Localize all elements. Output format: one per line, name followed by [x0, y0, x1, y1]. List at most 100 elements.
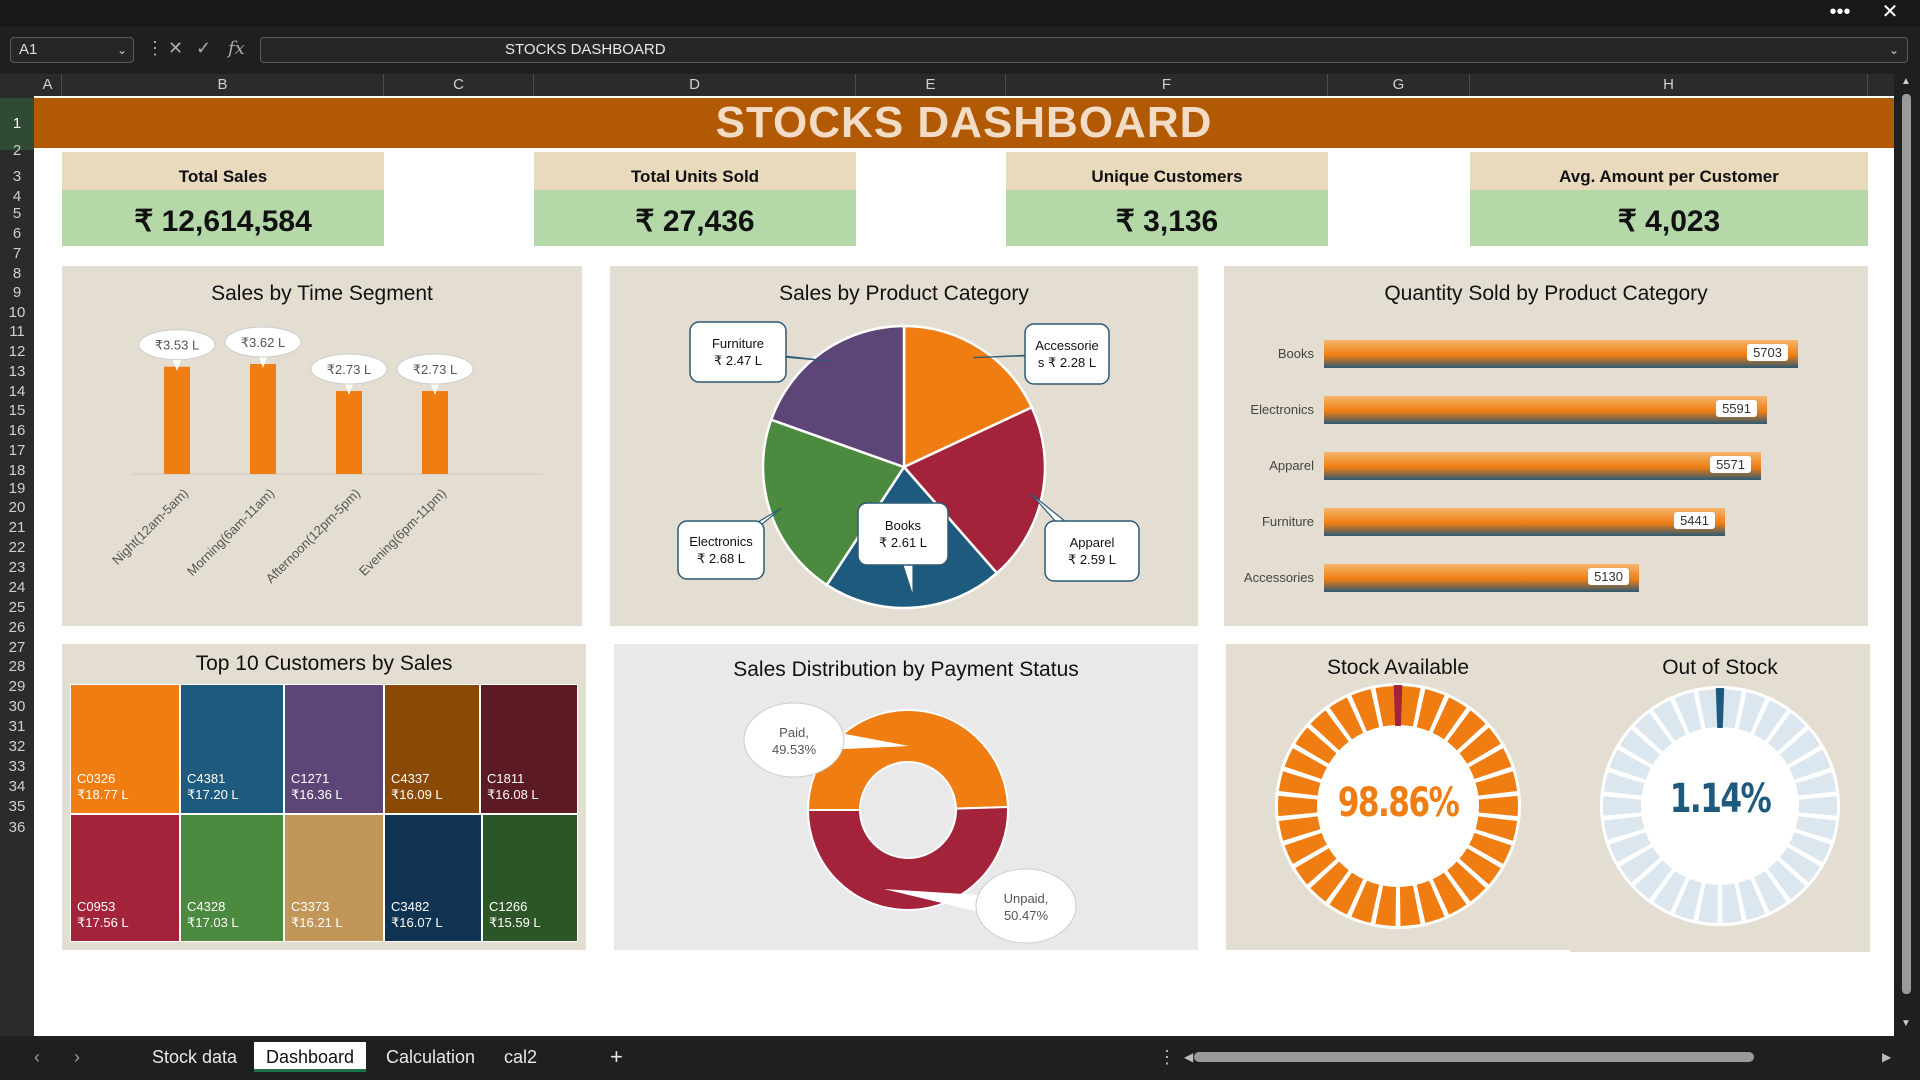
- row-header-8[interactable]: 8: [0, 265, 34, 283]
- kpi-value: ₹ 3,136: [1006, 190, 1328, 246]
- y-tick-label: Accessories: [1243, 570, 1314, 585]
- row-header-34[interactable]: 34: [0, 778, 34, 796]
- callout-box: [689, 321, 787, 383]
- row-header-33[interactable]: 33: [0, 758, 34, 776]
- kpi-label: Unique Customers: [1006, 152, 1328, 190]
- expand-formula-icon[interactable]: ⌄: [1889, 38, 1899, 62]
- column-header-e[interactable]: E: [856, 74, 1006, 96]
- row-header-10[interactable]: 10: [0, 304, 34, 322]
- next-sheet-icon[interactable]: ›: [62, 1042, 92, 1072]
- insert-function-icon[interactable]: fx: [228, 38, 245, 59]
- add-sheet-button[interactable]: +: [598, 1042, 635, 1072]
- name-box-value: A1: [19, 41, 38, 58]
- prev-sheet-icon[interactable]: ‹: [22, 1042, 52, 1072]
- row-header-5[interactable]: 5: [0, 205, 34, 223]
- row-header-31[interactable]: 31: [0, 718, 34, 736]
- scroll-up-icon[interactable]: ▲: [1901, 76, 1911, 87]
- chart-sales-by-time-segment[interactable]: Sales by Time Segment ₹3.53 L Night(12am-…: [62, 266, 582, 626]
- column-header-g[interactable]: G: [1328, 74, 1470, 96]
- data-label-text: 49.53%: [772, 742, 817, 757]
- tab-dashboard[interactable]: Dashboard: [254, 1042, 367, 1072]
- customer-sales: ₹15.59 L: [489, 915, 541, 930]
- row-header-23[interactable]: 23: [0, 559, 34, 577]
- row-header-3[interactable]: 3: [0, 168, 34, 186]
- vertical-scrollbar[interactable]: ▲ ▼: [1894, 74, 1920, 1036]
- row-header-16[interactable]: 16: [0, 422, 34, 440]
- column-header-h[interactable]: H: [1470, 74, 1868, 96]
- row-header-19[interactable]: 19: [0, 480, 34, 498]
- tab-calculation[interactable]: Calculation: [374, 1042, 487, 1072]
- row-header-4[interactable]: 4: [0, 188, 34, 206]
- row-header-7[interactable]: 7: [0, 245, 34, 263]
- customer-sales: ₹16.07 L: [391, 915, 443, 930]
- row-header-24[interactable]: 24: [0, 579, 34, 597]
- row-header-2[interactable]: 2: [0, 142, 34, 160]
- formula-bar: A1 ⌄ ⋮ ✕ ✓ fx STOCKS DASHBOARD ⌄: [0, 26, 1920, 72]
- bar: 5571: [1324, 452, 1761, 480]
- chart-sales-distribution-by-payment-status[interactable]: Sales Distribution by Payment Status Pai…: [614, 644, 1198, 950]
- vertical-dots-icon[interactable]: ⋮: [146, 38, 164, 59]
- chevron-down-icon[interactable]: ⌄: [117, 38, 127, 62]
- formula-input[interactable]: STOCKS DASHBOARD ⌄: [260, 37, 1908, 63]
- chart-sales-by-product-category[interactable]: Sales by Product Category Accessorie s ₹ …: [610, 266, 1198, 626]
- chart-out-of-stock[interactable]: Out of Stock 1.14%: [1570, 644, 1870, 952]
- data-label: ₹3.53 L: [138, 329, 216, 371]
- treemap-tile: C3373 ₹16.21 L: [284, 814, 384, 942]
- row-header-28[interactable]: 28: [0, 658, 34, 676]
- kpi-label: Avg. Amount per Customer: [1470, 152, 1868, 190]
- vertical-scroll-thumb[interactable]: [1902, 94, 1911, 994]
- row-header-6[interactable]: 6: [0, 225, 34, 243]
- data-label-text: 50.47%: [1004, 908, 1049, 923]
- customer-id: C0953: [77, 899, 116, 914]
- column-header-a[interactable]: A: [34, 74, 62, 96]
- customer-id: C1271: [291, 771, 330, 786]
- tab-cal2[interactable]: cal2: [492, 1042, 549, 1072]
- row-header-14[interactable]: 14: [0, 383, 34, 401]
- row-header-17[interactable]: 17: [0, 442, 34, 460]
- chart-stock-available[interactable]: Stock Available 98.86%: [1226, 644, 1570, 950]
- customer-sales: ₹16.08 L: [487, 787, 539, 802]
- row-headers: 1 2 3 4 5 6 7 8 9 10 11 12 13 14 15 16 17 18 19 20 21 22 23 24 2…: [0, 96, 34, 1036]
- close-icon[interactable]: ✕: [1870, 0, 1910, 26]
- row-header-30[interactable]: 30: [0, 698, 34, 716]
- customer-id: C4381: [187, 771, 226, 786]
- cancel-icon[interactable]: ✕: [168, 38, 183, 59]
- row-header-32[interactable]: 32: [0, 738, 34, 756]
- row-header-36[interactable]: 36: [0, 819, 34, 837]
- row-header-22[interactable]: 22: [0, 539, 34, 557]
- tab-stock-data[interactable]: Stock data: [140, 1042, 249, 1072]
- row-header-26[interactable]: 26: [0, 619, 34, 637]
- data-label-text: Paid,: [779, 725, 809, 740]
- treemap-tile: C0953 ₹17.56 L: [70, 814, 180, 942]
- name-box[interactable]: A1 ⌄: [10, 37, 134, 63]
- scroll-right-icon[interactable]: ▶: [1870, 1042, 1903, 1072]
- row-header-35[interactable]: 35: [0, 798, 34, 816]
- row-header-20[interactable]: 20: [0, 499, 34, 517]
- column-header-c[interactable]: C: [384, 74, 534, 96]
- row-header-11[interactable]: 11: [0, 323, 34, 341]
- row-header-18[interactable]: 18: [0, 462, 34, 480]
- column-header-b[interactable]: B: [62, 74, 384, 96]
- row-header-21[interactable]: 21: [0, 519, 34, 537]
- scroll-down-icon[interactable]: ▼: [1901, 1018, 1911, 1029]
- row-header-27[interactable]: 27: [0, 639, 34, 657]
- row-header-25[interactable]: 25: [0, 599, 34, 617]
- enter-icon[interactable]: ✓: [196, 38, 211, 59]
- row-header-29[interactable]: 29: [0, 678, 34, 696]
- ring-highlight-slice: [1715, 688, 1725, 729]
- column-header-f[interactable]: F: [1006, 74, 1328, 96]
- column-header-d[interactable]: D: [534, 74, 856, 96]
- y-tick-label: Apparel: [1269, 458, 1314, 473]
- payment-donut: Paid, 49.53% Unpaid, 50.47%: [743, 702, 1077, 944]
- more-options-icon[interactable]: •••: [1820, 0, 1860, 26]
- row-header-13[interactable]: 13: [0, 363, 34, 381]
- row-header-12[interactable]: 12: [0, 343, 34, 361]
- kpi-avg-amount-per-customer: Avg. Amount per Customer ₹ 4,023: [1470, 152, 1868, 248]
- chart-top-10-customers[interactable]: Top 10 Customers by Sales C0326 ₹18.77 LC…: [62, 644, 586, 950]
- chart-quantity-sold-by-product-category[interactable]: Quantity Sold by Product Category Books 5…: [1224, 266, 1868, 626]
- row-header-9[interactable]: 9: [0, 284, 34, 302]
- horizontal-scroll-thumb[interactable]: [1194, 1052, 1754, 1062]
- row-header-15[interactable]: 15: [0, 402, 34, 420]
- worksheet-grid[interactable]: STOCKS DASHBOARD Total Sales ₹ 12,614,58…: [34, 96, 1894, 1038]
- bar: 5591: [1324, 396, 1767, 424]
